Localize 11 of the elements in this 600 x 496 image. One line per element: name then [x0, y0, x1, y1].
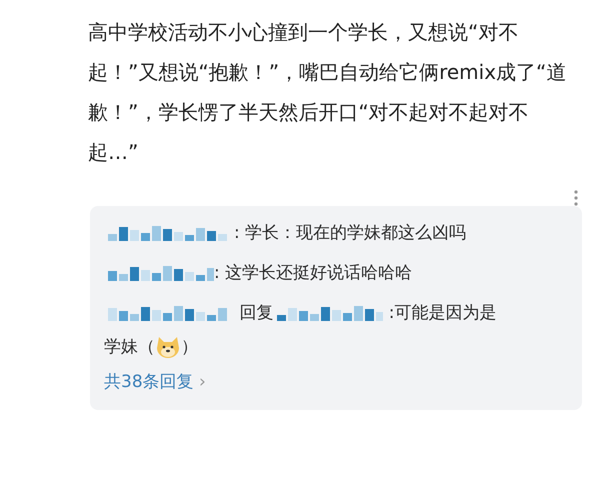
reply-text: :可能是因为是 [388, 303, 497, 323]
reply-text: : 学长：现在的学妹都这么凶 [234, 223, 450, 243]
reply-text: 回复 [238, 303, 274, 323]
dog-emoji-icon [155, 334, 181, 360]
more-icon[interactable] [574, 190, 578, 206]
reply-text: ） [181, 337, 198, 357]
post-text: 高中学校活动不小心撞到一个学长，又想说“对不起！”又想说“抱歉！”，嘴巴自动给它俩remix成了“道歉！”，学长愣了半天然后开口“对不起对不起对不起…” [88, 19, 568, 166]
reply-text: 学妹（ [104, 337, 155, 357]
reply-text: 吗 [449, 223, 466, 243]
more-replies-link[interactable]: 共38条回复 › [104, 372, 206, 392]
reply-text: : 这学长还挺好说话哈哈哈 [214, 263, 412, 283]
